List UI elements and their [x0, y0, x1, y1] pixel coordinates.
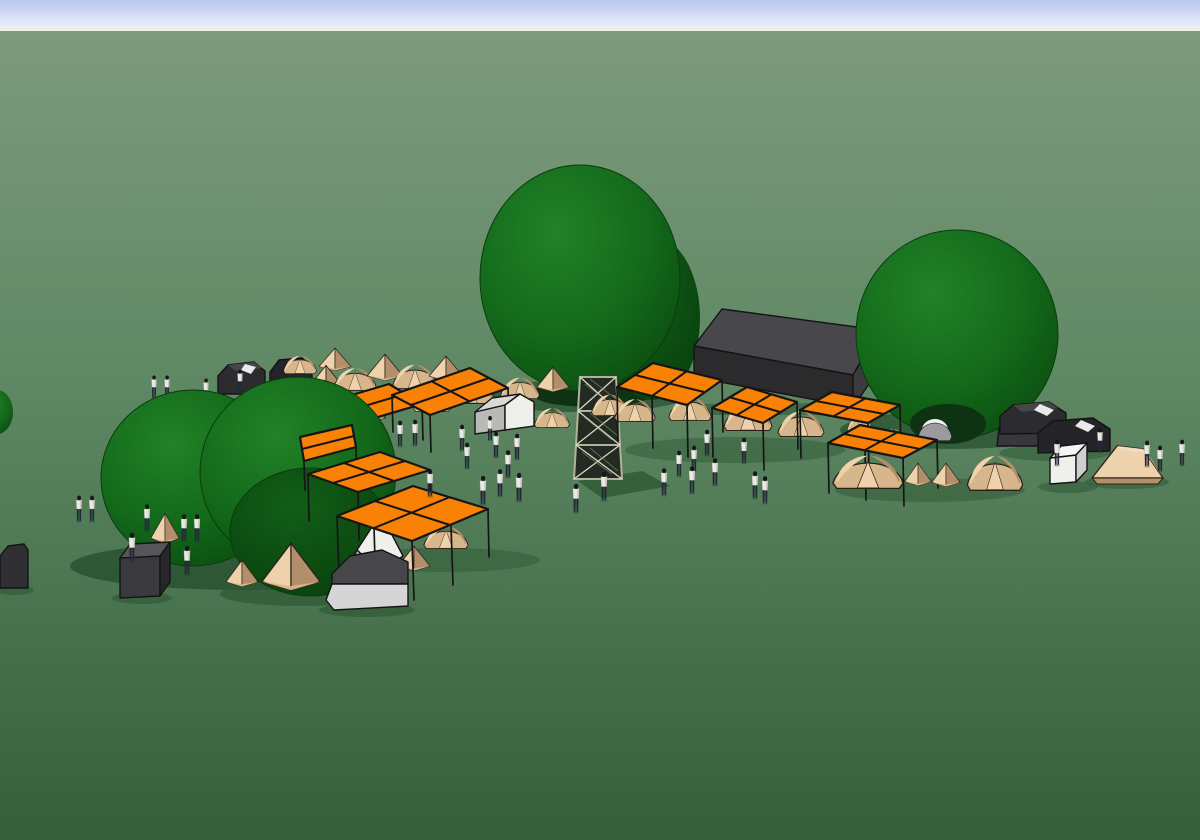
- sky: [0, 0, 1200, 32]
- car-body: [326, 584, 408, 610]
- tree-center: [480, 165, 680, 391]
- render-viewport: [0, 0, 1200, 840]
- van-body: [0, 544, 28, 588]
- campsite-3d-render: [0, 0, 1200, 840]
- crate-stack: [120, 542, 170, 598]
- far-left-van: [0, 544, 28, 588]
- ground-shadow: [625, 437, 845, 463]
- crate-front: [120, 556, 160, 598]
- white-box-front: [1050, 455, 1076, 484]
- pyramid-skirt: [1092, 478, 1163, 484]
